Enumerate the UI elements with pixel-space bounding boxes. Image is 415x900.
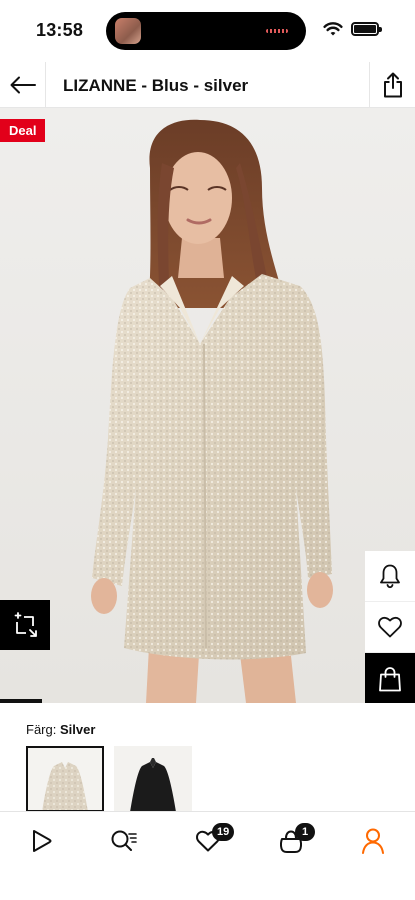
battery-icon (351, 22, 382, 36)
deal-badge: Deal (0, 119, 46, 142)
wishlist-button[interactable] (365, 602, 415, 653)
account-icon (362, 828, 384, 854)
status-bar: 13:58 (0, 0, 415, 62)
search-icon (111, 830, 137, 851)
product-image-gallery[interactable]: Deal (0, 108, 415, 703)
silver-thumbnail (28, 748, 102, 810)
black-thumbnail (114, 746, 192, 812)
bell-icon (380, 564, 400, 589)
bag-count-badge: 1 (295, 823, 315, 841)
now-playing-thumbnail (115, 18, 141, 44)
back-button[interactable] (0, 62, 46, 108)
status-time: 13:58 (36, 20, 84, 40)
nav-account[interactable] (353, 825, 393, 857)
shopping-bag-icon (379, 666, 401, 691)
page-title: LIZANNE - Blus - silver (63, 76, 249, 95)
wifi-icon (323, 22, 343, 36)
arrow-left-icon (10, 76, 36, 94)
product-header: LIZANNE - Blus - silver (0, 62, 415, 108)
bottom-navigation: 19 1 (0, 811, 415, 900)
share-button[interactable] (369, 62, 415, 108)
dynamic-island (106, 12, 306, 50)
status-icons (323, 21, 382, 37)
add-to-bag-button[interactable] (365, 653, 415, 704)
home-icon (33, 830, 52, 852)
nav-wishlist[interactable]: 19 (188, 823, 235, 857)
color-label-prefix: Färg: (26, 722, 57, 737)
view-in-room-button[interactable] (0, 600, 50, 650)
selected-color-name: Silver (59, 722, 96, 737)
nav-search[interactable] (104, 825, 144, 857)
share-icon (383, 72, 402, 98)
nav-home[interactable] (22, 825, 62, 857)
product-side-actions (365, 551, 415, 704)
notify-button[interactable] (365, 551, 415, 602)
color-swatch-silver[interactable] (26, 746, 104, 812)
ar-view-icon (14, 612, 37, 637)
color-label: Färg: Silver (26, 722, 95, 737)
color-selector: Färg: Silver (0, 703, 415, 812)
product-photo (0, 108, 415, 703)
color-swatch-black[interactable] (114, 746, 192, 812)
heart-icon (378, 616, 402, 638)
wishlist-count-badge: 19 (212, 823, 235, 841)
nav-bag[interactable]: 1 (271, 823, 315, 857)
audio-wave-icon (266, 29, 288, 33)
